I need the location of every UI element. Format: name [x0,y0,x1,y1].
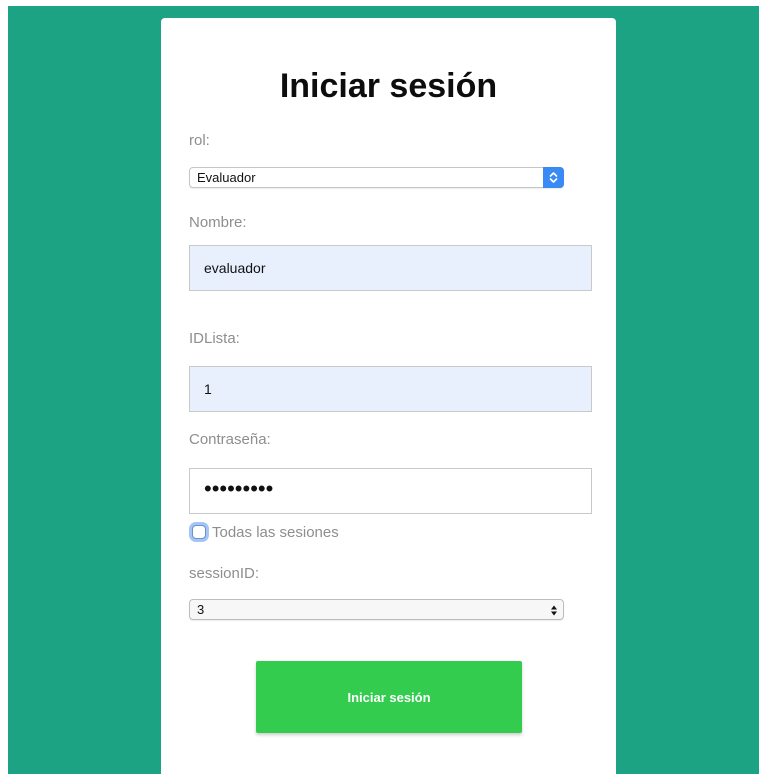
page-title: Iniciar sesión [279,67,498,105]
name-input[interactable]: evaluador [189,245,592,291]
all-sessions-checkbox[interactable] [192,525,206,539]
session-id-select[interactable]: 3 [189,599,564,620]
all-sessions-label: Todas las sesiones [212,523,339,541]
updown-chevron-icon [543,167,564,188]
login-card: Iniciar sesión rol: Evaluador Nombre: ev… [161,18,616,774]
login-submit-button[interactable]: Iniciar sesión [256,661,522,733]
list-id-input[interactable]: 1 [189,366,592,412]
all-sessions-option[interactable]: Todas las sesiones [189,522,339,542]
role-select-value: Evaluador [197,170,256,185]
password-label: Contraseña: [189,431,271,448]
role-select[interactable]: Evaluador [189,167,564,188]
session-id-select-value: 3 [197,602,205,617]
updown-triangle-icon [549,602,559,618]
name-label: Nombre: [189,214,247,231]
session-id-label: sessionID: [189,565,260,582]
password-input[interactable]: ••••••••• [189,468,592,514]
role-label: rol: [189,132,210,149]
list-id-label: IDLista: [189,330,240,347]
